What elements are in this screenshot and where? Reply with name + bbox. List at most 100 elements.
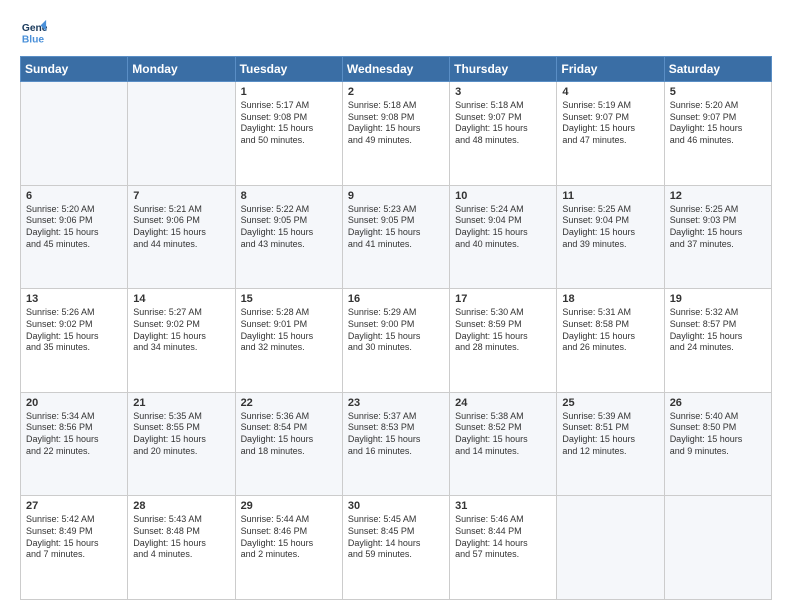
day-info-line: Daylight: 15 hours bbox=[455, 227, 551, 239]
day-info-line: Daylight: 15 hours bbox=[348, 434, 444, 446]
day-info-line: Sunset: 9:02 PM bbox=[26, 319, 122, 331]
day-info-line: Daylight: 15 hours bbox=[455, 123, 551, 135]
calendar-cell: 19Sunrise: 5:32 AMSunset: 8:57 PMDayligh… bbox=[664, 289, 771, 393]
weekday-header-sunday: Sunday bbox=[21, 57, 128, 82]
day-info-line: Sunset: 8:46 PM bbox=[241, 526, 337, 538]
day-number: 29 bbox=[241, 500, 337, 512]
calendar-cell: 23 Sunrise: 5:37 AMSunset: 8:53 PMDayligh… bbox=[342, 392, 449, 496]
calendar-cell: 24Sunrise: 5:38 AMSunset: 8:52 PMDayligh… bbox=[450, 392, 557, 496]
day-info-line: Sunset: 9:08 PM bbox=[348, 112, 444, 124]
day-info-line: Sunrise: 5:34 AM bbox=[26, 411, 122, 423]
calendar-cell: 12Sunrise: 5:25 AMSunset: 9:03 PMDayligh… bbox=[664, 185, 771, 289]
calendar-cell bbox=[664, 496, 771, 600]
day-info-line: and 40 minutes. bbox=[455, 239, 551, 251]
calendar-cell: 9Sunrise: 5:23 AMSunset: 9:05 PMDaylight… bbox=[342, 185, 449, 289]
day-info-line: Daylight: 15 hours bbox=[670, 434, 766, 446]
day-info-line: and 12 minutes. bbox=[562, 446, 658, 458]
day-number: 5 bbox=[670, 86, 766, 98]
day-info-line: Daylight: 15 hours bbox=[348, 123, 444, 135]
day-number: 27 bbox=[26, 500, 122, 512]
calendar-cell: 11Sunrise: 5:25 AMSunset: 9:04 PMDayligh… bbox=[557, 185, 664, 289]
day-info-line: Sunset: 8:49 PM bbox=[26, 526, 122, 538]
calendar-cell: 14Sunrise: 5:27 AMSunset: 9:02 PMDayligh… bbox=[128, 289, 235, 393]
day-info-line: Daylight: 15 hours bbox=[562, 434, 658, 446]
calendar-cell: 25Sunrise: 5:39 AMSunset: 8:51 PMDayligh… bbox=[557, 392, 664, 496]
day-info-line: Sunrise: 5:23 AM bbox=[348, 204, 444, 216]
calendar-week-4: 20Sunrise: 5:34 AMSunset: 8:56 PMDayligh… bbox=[21, 392, 772, 496]
weekday-header-row: SundayMondayTuesdayWednesdayThursdayFrid… bbox=[21, 57, 772, 82]
day-number: 7 bbox=[133, 190, 229, 202]
calendar-cell: 5Sunrise: 5:20 AMSunset: 9:07 PMDaylight… bbox=[664, 82, 771, 186]
calendar-body: 1Sunrise: 5:17 AMSunset: 9:08 PMDaylight… bbox=[21, 82, 772, 600]
day-info-line: Sunrise: 5:20 AM bbox=[26, 204, 122, 216]
day-info-line: Daylight: 15 hours bbox=[455, 331, 551, 343]
day-info-line: Sunrise: 5:39 AM bbox=[562, 411, 658, 423]
calendar-cell: 7Sunrise: 5:21 AMSunset: 9:06 PMDaylight… bbox=[128, 185, 235, 289]
day-info-line: Daylight: 15 hours bbox=[133, 331, 229, 343]
calendar-cell: 2Sunrise: 5:18 AMSunset: 9:08 PMDaylight… bbox=[342, 82, 449, 186]
calendar-cell: 10Sunrise: 5:24 AMSunset: 9:04 PMDayligh… bbox=[450, 185, 557, 289]
day-info-line: Sunset: 9:00 PM bbox=[348, 319, 444, 331]
calendar-week-2: 6Sunrise: 5:20 AMSunset: 9:06 PMDaylight… bbox=[21, 185, 772, 289]
day-info-line: and 59 minutes. bbox=[348, 549, 444, 561]
day-info-line: Sunset: 9:05 PM bbox=[348, 215, 444, 227]
day-info-line: Sunrise: 5:30 AM bbox=[455, 307, 551, 319]
day-info-line: Sunset: 9:07 PM bbox=[670, 112, 766, 124]
day-info-line: and 57 minutes. bbox=[455, 549, 551, 561]
day-info-line: and 45 minutes. bbox=[26, 239, 122, 251]
day-info-line: Sunset: 8:48 PM bbox=[133, 526, 229, 538]
weekday-header-tuesday: Tuesday bbox=[235, 57, 342, 82]
calendar-cell: 13Sunrise: 5:26 AMSunset: 9:02 PMDayligh… bbox=[21, 289, 128, 393]
day-info-line: Daylight: 15 hours bbox=[348, 227, 444, 239]
calendar-cell: 21 Sunrise: 5:35 AMSunset: 8:55 PMDayligh… bbox=[128, 392, 235, 496]
calendar-table: SundayMondayTuesdayWednesdayThursdayFrid… bbox=[20, 56, 772, 600]
day-info-line: and 43 minutes. bbox=[241, 239, 337, 251]
day-info-line: Sunset: 8:44 PM bbox=[455, 526, 551, 538]
calendar-cell bbox=[21, 82, 128, 186]
day-info-line: Sunrise: 5:45 AM bbox=[348, 514, 444, 526]
logo: General Blue bbox=[20, 18, 48, 46]
weekday-header-wednesday: Wednesday bbox=[342, 57, 449, 82]
day-info-line: Sunset: 9:07 PM bbox=[562, 112, 658, 124]
day-info-line: Sunrise: 5:37 AM bbox=[348, 411, 444, 423]
day-info-line: Daylight: 15 hours bbox=[562, 331, 658, 343]
day-number: 13 bbox=[26, 293, 122, 305]
day-number: 14 bbox=[133, 293, 229, 305]
day-info-line: Daylight: 15 hours bbox=[670, 331, 766, 343]
day-info-line: Sunrise: 5:26 AM bbox=[26, 307, 122, 319]
day-info-line: and 44 minutes. bbox=[133, 239, 229, 251]
day-info-line: Sunrise: 5:35 AM bbox=[133, 411, 229, 423]
day-info-line: Sunset: 8:55 PM bbox=[133, 422, 229, 434]
day-info-line: Sunrise: 5:19 AM bbox=[562, 100, 658, 112]
day-info-line: Sunrise: 5:31 AM bbox=[562, 307, 658, 319]
day-info-line: Sunset: 8:53 PM bbox=[348, 422, 444, 434]
day-number: 22 bbox=[241, 397, 337, 409]
day-number: 26 bbox=[670, 397, 766, 409]
day-info-line: and 26 minutes. bbox=[562, 342, 658, 354]
day-info-line: Sunrise: 5:24 AM bbox=[455, 204, 551, 216]
calendar-cell bbox=[557, 496, 664, 600]
day-info-line: and 41 minutes. bbox=[348, 239, 444, 251]
calendar-week-3: 13 Sunrise: 5:26 AMSunset: 9:02 PM Dayligh… bbox=[21, 289, 772, 393]
weekday-header-friday: Friday bbox=[557, 57, 664, 82]
day-number: 1 bbox=[241, 86, 337, 98]
day-info-line: Sunset: 8:58 PM bbox=[562, 319, 658, 331]
day-info-line: and 48 minutes. bbox=[455, 135, 551, 147]
day-number: 21 bbox=[133, 397, 229, 409]
day-info-line: Sunrise: 5:25 AM bbox=[562, 204, 658, 216]
day-info-line: Sunrise: 5:21 AM bbox=[133, 204, 229, 216]
day-info-line: Daylight: 15 hours bbox=[241, 434, 337, 446]
day-info-line: and 37 minutes. bbox=[670, 239, 766, 251]
calendar-cell: 18Sunrise: 5:31 AMSunset: 8:58 PMDayligh… bbox=[557, 289, 664, 393]
day-number: 23 bbox=[348, 397, 444, 409]
day-number: 11 bbox=[562, 190, 658, 202]
day-info-line: Daylight: 15 hours bbox=[133, 434, 229, 446]
day-info-line: Sunrise: 5:36 AM bbox=[241, 411, 337, 423]
day-number: 25 bbox=[562, 397, 658, 409]
calendar-cell: 27Sunrise: 5:42 AMSunset: 8:49 PMDayligh… bbox=[21, 496, 128, 600]
day-info-line: Daylight: 15 hours bbox=[241, 227, 337, 239]
day-info-line: Sunrise: 5:20 AM bbox=[670, 100, 766, 112]
day-info-line: Daylight: 15 hours bbox=[670, 227, 766, 239]
day-number: 28 bbox=[133, 500, 229, 512]
day-number: 16 bbox=[348, 293, 444, 305]
